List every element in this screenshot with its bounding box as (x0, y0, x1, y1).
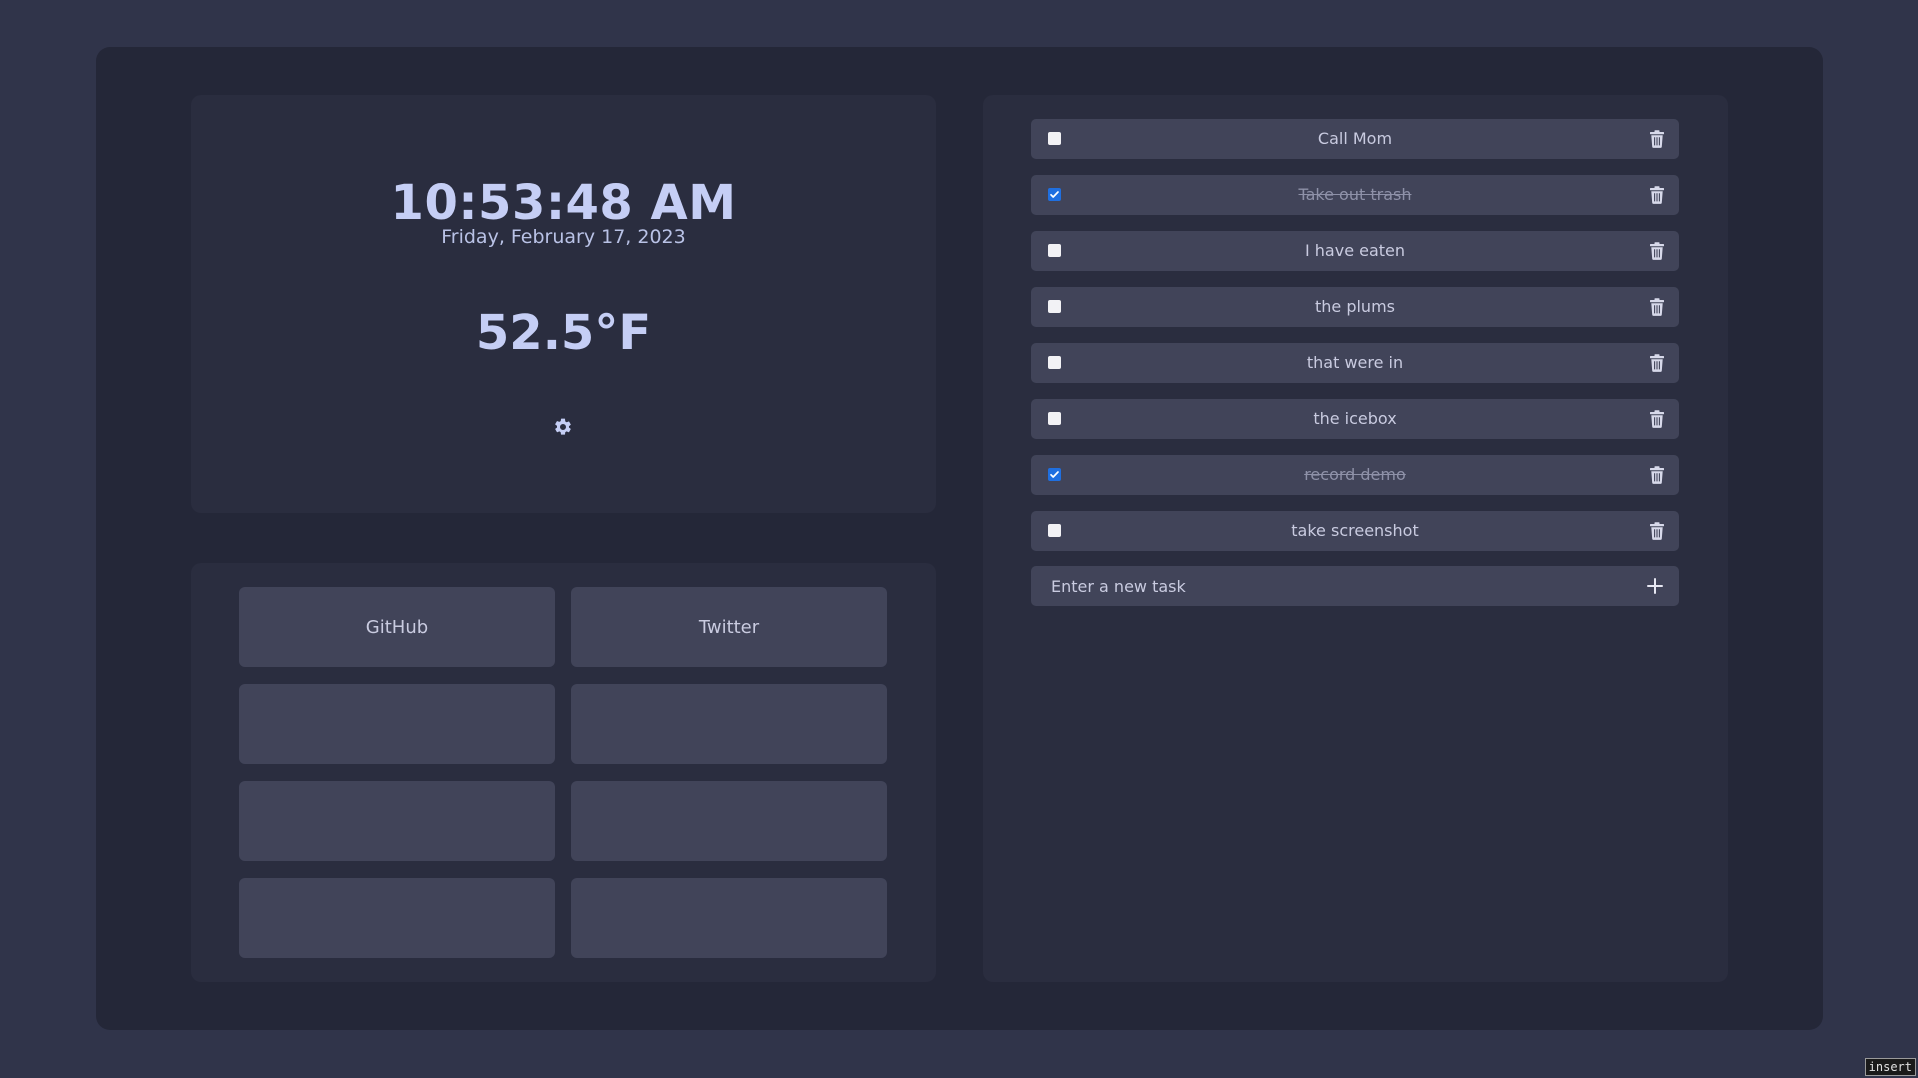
task-item: take screenshot (1031, 511, 1679, 551)
mode-indicator: insert (1864, 1058, 1916, 1076)
task-label: record demo (1304, 465, 1406, 484)
trash-icon[interactable] (1649, 410, 1665, 428)
trash-icon[interactable] (1649, 242, 1665, 260)
task-item: that were in (1031, 343, 1679, 383)
check-icon (1050, 191, 1059, 198)
task-label: Take out trash (1298, 185, 1412, 204)
link-tile[interactable] (239, 684, 555, 764)
task-checkbox[interactable] (1048, 188, 1061, 201)
link-tile[interactable] (571, 781, 887, 861)
task-checkbox[interactable] (1048, 412, 1061, 425)
link-tile[interactable] (571, 684, 887, 764)
link-tile[interactable]: GitHub (239, 587, 555, 667)
link-tile[interactable] (239, 878, 555, 958)
link-tile[interactable] (571, 878, 887, 958)
trash-icon[interactable] (1649, 522, 1665, 540)
link-tile[interactable] (239, 781, 555, 861)
link-tile[interactable]: Twitter (571, 587, 887, 667)
clock-time: 10:53:48 AM (390, 175, 737, 231)
task-label: I have eaten (1304, 241, 1406, 260)
gear-icon[interactable] (553, 417, 573, 437)
task-label: take screenshot (1291, 521, 1419, 540)
dashboard-frame: 10:53:48 AM Friday, February 17, 2023 52… (96, 47, 1823, 1030)
task-checkbox[interactable] (1048, 524, 1061, 537)
trash-icon[interactable] (1649, 354, 1665, 372)
task-item: the icebox (1031, 399, 1679, 439)
task-checkbox[interactable] (1048, 356, 1061, 369)
temperature: 52.5°F (475, 305, 652, 361)
task-checkbox[interactable] (1048, 468, 1061, 481)
new-task-row (1031, 566, 1679, 606)
todo-panel: Call Mom Take out trash I have eaten the pl… (983, 95, 1728, 982)
task-checkbox[interactable] (1048, 132, 1061, 145)
check-icon (1050, 471, 1059, 478)
clock-weather-panel: 10:53:48 AM Friday, February 17, 2023 52… (191, 95, 936, 513)
task-checkbox[interactable] (1048, 244, 1061, 257)
task-checkbox[interactable] (1048, 300, 1061, 313)
task-item: I have eaten (1031, 231, 1679, 271)
plus-icon[interactable] (1645, 576, 1665, 596)
task-item: the plums (1031, 287, 1679, 327)
task-label: the plums (1314, 297, 1395, 316)
new-task-input[interactable] (1031, 566, 1611, 606)
task-item: Take out trash (1031, 175, 1679, 215)
trash-icon[interactable] (1649, 466, 1665, 484)
trash-icon[interactable] (1649, 298, 1665, 316)
trash-icon[interactable] (1649, 186, 1665, 204)
task-label: Call Mom (1317, 129, 1393, 148)
task-item: Call Mom (1031, 119, 1679, 159)
task-item: record demo (1031, 455, 1679, 495)
task-label: the icebox (1313, 409, 1397, 428)
task-label: that were in (1306, 353, 1404, 372)
trash-icon[interactable] (1649, 130, 1665, 148)
clock-date: Friday, February 17, 2023 (441, 226, 686, 248)
quick-links-panel: GitHub Twitter (191, 563, 936, 982)
